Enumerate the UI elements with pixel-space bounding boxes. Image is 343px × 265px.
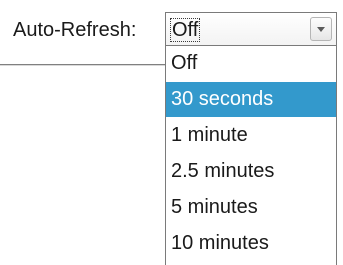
option-10-minutes[interactable]: 10 minutes: [166, 226, 336, 261]
option-1-minute[interactable]: 1 minute: [166, 118, 336, 153]
auto-refresh-panel: Auto-Refresh: Off Off 30 seconds 1 minut…: [0, 0, 343, 265]
option-30-seconds[interactable]: 30 seconds: [166, 82, 336, 117]
option-2-5-minutes[interactable]: 2.5 minutes: [166, 154, 336, 189]
auto-refresh-options-list: Off 30 seconds 1 minute 2.5 minutes 5 mi…: [165, 46, 337, 265]
dropdown-toggle-button[interactable]: [310, 17, 332, 41]
option-5-minutes[interactable]: 5 minutes: [166, 190, 336, 225]
auto-refresh-label: Auto-Refresh:: [13, 19, 137, 41]
chevron-down-icon: [317, 27, 325, 32]
divider: [0, 64, 166, 66]
selected-value: Off: [169, 18, 201, 42]
option-off[interactable]: Off: [166, 46, 336, 81]
auto-refresh-select[interactable]: Off: [165, 12, 337, 46]
